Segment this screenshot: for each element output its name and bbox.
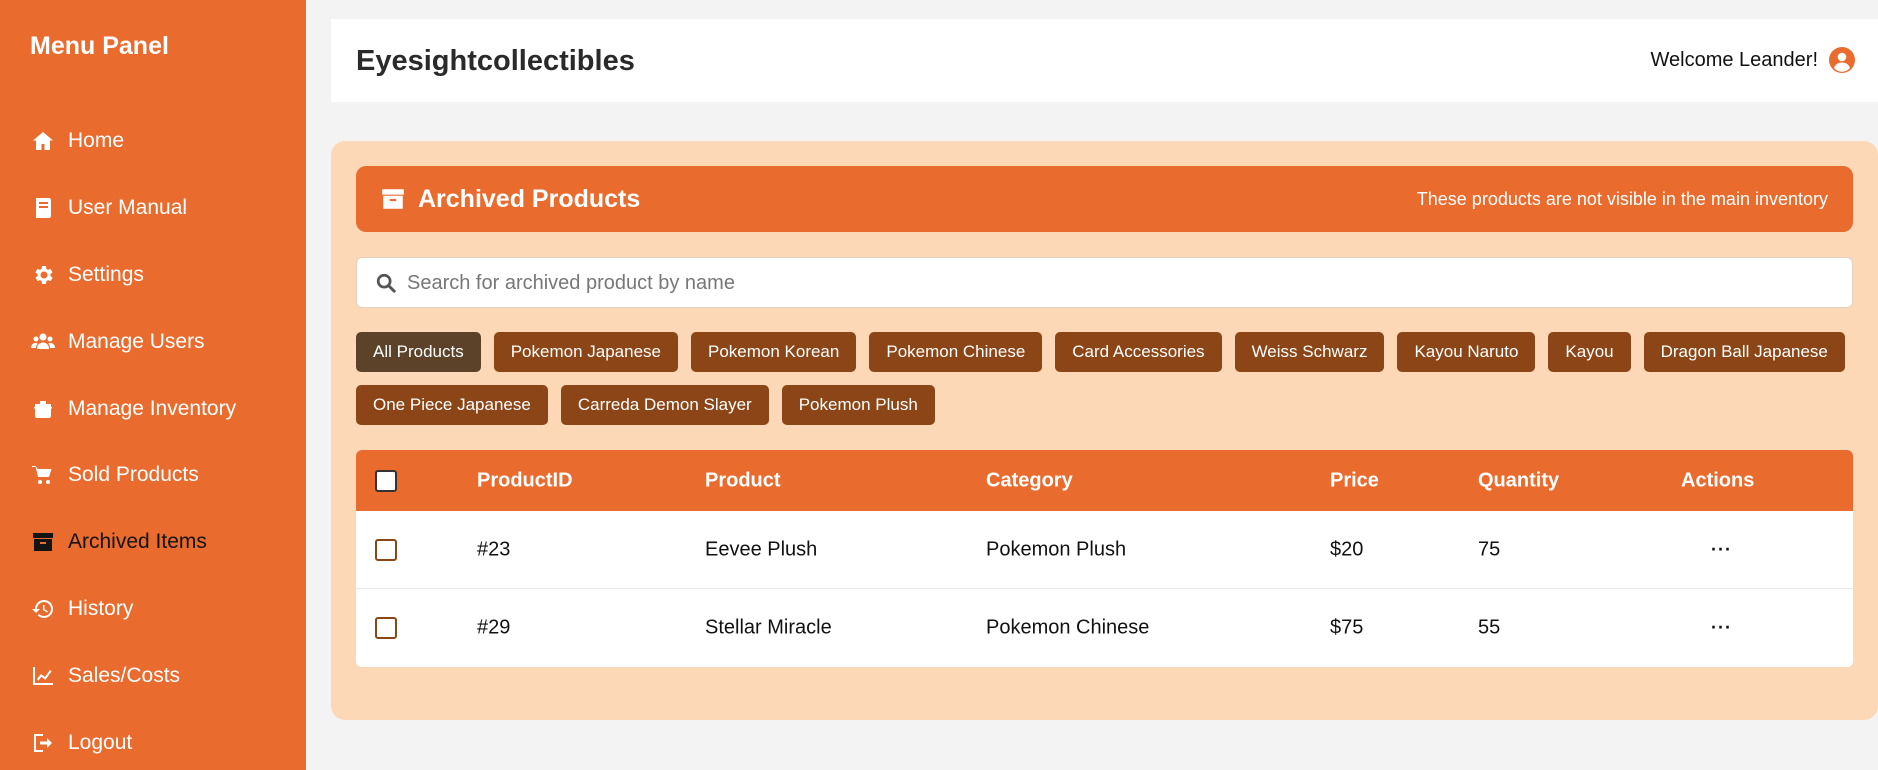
column-header-price[interactable]: Price: [1330, 469, 1379, 492]
sidebar: Menu Panel Home User Manual Settings Man…: [0, 0, 306, 770]
column-header-product[interactable]: Product: [705, 469, 781, 492]
sidebar-item-user-manual[interactable]: User Manual: [0, 175, 306, 242]
filter-pokemon-plush[interactable]: Pokemon Plush: [781, 385, 935, 425]
product-id: #23: [477, 538, 511, 560]
top-header: Eyesightcollectibles Welcome Leander!: [331, 19, 1878, 102]
archived-banner: Archived Products These products are not…: [356, 166, 1853, 232]
archive-icon: [380, 186, 406, 212]
archived-products-table: ProductID Product Category Price Quantit…: [356, 450, 1853, 667]
sidebar-item-label: Settings: [68, 262, 144, 286]
chart-icon: [30, 664, 56, 688]
sidebar-item-archived-items[interactable]: Archived Items: [0, 509, 306, 576]
users-icon: [30, 330, 56, 354]
table-row[interactable]: #23 Eevee Plush Pokemon Plush $20 75 ···: [356, 511, 1853, 589]
column-header-category[interactable]: Category: [986, 469, 1073, 492]
logout-icon: [30, 731, 56, 755]
welcome-message: Welcome Leander!: [1650, 49, 1819, 71]
filter-pokemon-japanese[interactable]: Pokemon Japanese: [493, 332, 678, 372]
page-title: Archived Products: [418, 185, 641, 213]
filter-kayou[interactable]: Kayou: [1548, 332, 1631, 372]
row-checkbox[interactable]: [375, 617, 397, 639]
box-icon: [30, 397, 56, 421]
app-title: Eyesightcollectibles: [356, 45, 635, 77]
table-header: ProductID Product Category Price Quantit…: [356, 450, 1853, 511]
sidebar-item-label: Home: [68, 129, 125, 153]
sidebar-item-label: Sold Products: [68, 463, 199, 487]
sidebar-title: Menu Panel: [30, 32, 169, 60]
sidebar-item-sales-costs[interactable]: Sales/Costs: [0, 642, 306, 709]
sidebar-item-history[interactable]: History: [0, 576, 306, 643]
sidebar-item-label: Manage Users: [68, 329, 205, 353]
sidebar-item-settings[interactable]: Settings: [0, 242, 306, 309]
gear-icon: [30, 263, 56, 287]
column-header-productid[interactable]: ProductID: [477, 469, 573, 492]
filter-pokemon-korean[interactable]: Pokemon Korean: [690, 332, 857, 372]
product-name: Stellar Miracle: [705, 616, 832, 639]
book-icon: [30, 196, 56, 220]
archived-products-panel: Archived Products These products are not…: [331, 141, 1878, 720]
sidebar-item-label: Manage Inventory: [68, 396, 237, 420]
filter-kayou-naruto[interactable]: Kayou Naruto: [1397, 332, 1536, 372]
product-price: $20: [1330, 538, 1364, 560]
banner-note: These products are not visible in the ma…: [1416, 189, 1828, 209]
product-quantity: 75: [1478, 538, 1501, 560]
sidebar-nav: Home User Manual Settings Manage Users M…: [0, 108, 306, 770]
more-actions-icon[interactable]: ···: [1711, 539, 1732, 560]
column-header-actions: Actions: [1681, 469, 1755, 491]
filter-weiss-schwarz[interactable]: Weiss Schwarz: [1234, 332, 1385, 372]
sidebar-item-sold-products[interactable]: Sold Products: [0, 442, 306, 509]
product-quantity: 55: [1478, 616, 1501, 639]
home-icon: [30, 129, 56, 153]
archive-icon: [30, 530, 56, 554]
sidebar-item-label: Archived Items: [68, 530, 207, 554]
sidebar-item-logout[interactable]: Logout: [0, 709, 306, 770]
filter-card-accessories[interactable]: Card Accessories: [1055, 332, 1222, 372]
filter-one-piece-japanese[interactable]: One Piece Japanese: [356, 385, 548, 425]
select-all-checkbox[interactable]: [375, 469, 397, 492]
column-header-quantity[interactable]: Quantity: [1478, 469, 1559, 492]
filter-dragon-ball-japanese[interactable]: Dragon Ball Japanese: [1643, 332, 1845, 372]
sidebar-item-home[interactable]: Home: [0, 108, 306, 175]
history-icon: [30, 597, 56, 621]
filter-carreda-demon-slayer[interactable]: Carreda Demon Slayer: [560, 385, 769, 425]
user-circle-icon[interactable]: [1828, 46, 1856, 74]
filter-all-products[interactable]: All Products: [356, 332, 481, 372]
product-category: Pokemon Plush: [986, 538, 1127, 560]
cart-icon: [30, 463, 56, 487]
product-id: #29: [477, 616, 511, 639]
sidebar-item-manage-users[interactable]: Manage Users: [0, 308, 306, 375]
sidebar-item-label: Logout: [68, 730, 133, 754]
sidebar-item-label: Sales/Costs: [68, 663, 181, 687]
product-category: Pokemon Chinese: [986, 616, 1150, 639]
sidebar-item-label: User Manual: [68, 196, 188, 220]
filter-pokemon-chinese[interactable]: Pokemon Chinese: [869, 332, 1043, 372]
table-row[interactable]: #29 Stellar Miracle Pokemon Chinese $75 …: [356, 589, 1853, 667]
row-checkbox[interactable]: [375, 538, 397, 561]
more-actions-icon[interactable]: ···: [1711, 618, 1732, 639]
sidebar-item-label: History: [68, 596, 134, 620]
product-name: Eevee Plush: [705, 538, 818, 560]
search-icon: [376, 273, 396, 293]
category-filters: All Products Pokemon Japanese Pokemon Ko…: [356, 332, 1856, 425]
search-box: [356, 257, 1853, 308]
product-price: $75: [1330, 616, 1364, 639]
sidebar-item-manage-inventory[interactable]: Manage Inventory: [0, 375, 306, 442]
search-input[interactable]: [407, 266, 1827, 300]
